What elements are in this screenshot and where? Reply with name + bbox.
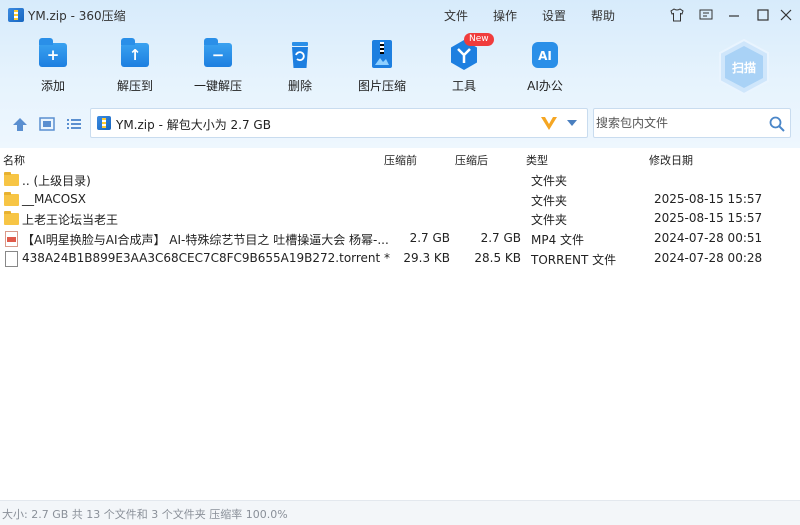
minimize-icon[interactable]: [724, 5, 744, 25]
feedback-icon[interactable]: [696, 5, 716, 25]
file-size-after: 2.7 GB: [480, 231, 521, 245]
file-size-before: 2.7 GB: [409, 231, 450, 245]
add-icon: +: [36, 38, 70, 72]
file-date: 2024-07-28 00:51: [654, 231, 763, 245]
image-compress-button[interactable]: 图片压缩: [342, 38, 422, 98]
column-modified[interactable]: 修改日期: [649, 152, 693, 168]
column-name[interactable]: 名称: [3, 152, 25, 168]
file-type: 文件夹: [531, 174, 568, 188]
mp4-file-icon: [5, 231, 18, 247]
file-type: 文件夹: [531, 194, 568, 208]
vip-v-icon[interactable]: [539, 114, 559, 132]
column-compressed-after[interactable]: 压缩后: [455, 152, 488, 168]
new-badge: New: [464, 33, 494, 46]
one-click-extract-icon: −: [201, 38, 235, 72]
one-click-extract-label: 一键解压: [193, 79, 242, 93]
search-box[interactable]: [593, 108, 791, 138]
list-item[interactable]: 438A24B1B899E3AA3C68CEC7C8FC9B655A19B272…: [0, 249, 800, 269]
skin-icon[interactable]: [667, 5, 687, 25]
maximize-icon[interactable]: [753, 5, 773, 25]
ai-office-label: AI办公: [527, 79, 563, 93]
thumbnail-view-icon[interactable]: [38, 116, 56, 132]
folder-icon: [4, 211, 19, 225]
list-item[interactable]: 上老王论坛当老王 文件夹 2025-08-15 15:57: [0, 209, 800, 229]
file-name: __MACOSX: [22, 192, 87, 206]
menu-help[interactable]: 帮助: [591, 7, 615, 24]
window-title: YM.zip - 360压缩: [28, 9, 126, 23]
folder-icon: [4, 172, 19, 186]
column-type[interactable]: 类型: [526, 152, 548, 168]
scan-label: 扫描: [731, 61, 756, 75]
status-text: 大小: 2.7 GB 共 13 个文件和 3 个文件夹 压缩率 100.0%: [2, 508, 288, 521]
menu-settings[interactable]: 设置: [542, 7, 566, 24]
file-date: 2025-08-15 15:57: [654, 192, 763, 206]
extract-to-icon: ↑: [118, 38, 152, 72]
status-bar: 大小: 2.7 GB 共 13 个文件和 3 个文件夹 压缩率 100.0%: [0, 500, 800, 525]
folder-icon: [4, 192, 19, 206]
zip-file-icon: [97, 116, 111, 130]
file-date: 2025-08-15 15:57: [654, 211, 763, 225]
list-item[interactable]: 【AI明星换脸与AI合成声】 AI-特殊综艺节目之 吐槽操逼大会 杨幂-... …: [0, 229, 800, 249]
file-size-before: 29.3 KB: [403, 251, 450, 265]
list-item[interactable]: __MACOSX 文件夹 2025-08-15 15:57: [0, 190, 800, 210]
add-label: 添加: [40, 79, 65, 93]
add-button[interactable]: + 添加: [13, 38, 93, 98]
file-date: 2024-07-28 00:28: [654, 251, 763, 265]
file-name: .. (上级目录): [22, 174, 91, 188]
delete-label: 删除: [287, 79, 312, 93]
path-bar[interactable]: YM.zip - 解包大小为 2.7 GB: [90, 108, 588, 138]
file-icon: [5, 251, 18, 267]
path-dropdown-icon[interactable]: [567, 120, 577, 126]
delete-button[interactable]: 删除: [260, 38, 340, 98]
file-name: 上老王论坛当老王: [22, 213, 119, 227]
image-compress-icon: [365, 38, 399, 72]
list-item[interactable]: .. (上级目录) 文件夹: [0, 170, 800, 190]
image-compress-label: 图片压缩: [357, 79, 406, 93]
list-view-icon[interactable]: [65, 116, 83, 132]
file-name: 438A24B1B899E3AA3C68CEC7C8FC9B655A19B272…: [22, 251, 391, 265]
close-icon[interactable]: [776, 5, 796, 25]
menu-file[interactable]: 文件: [444, 7, 468, 24]
tools-label: 工具: [451, 79, 476, 93]
file-type: 文件夹: [531, 213, 568, 227]
one-click-extract-button[interactable]: − 一键解压: [178, 38, 258, 98]
ai-office-icon: AI: [528, 38, 562, 72]
path-text: YM.zip - 解包大小为 2.7 GB: [116, 118, 271, 132]
file-type: MP4 文件: [531, 233, 585, 247]
ai-glyph: AI: [538, 49, 552, 63]
up-arrow-icon[interactable]: [11, 116, 29, 132]
extract-to-button[interactable]: ↑ 解压到: [95, 38, 175, 98]
delete-icon: [283, 38, 317, 72]
file-name: 【AI明星换脸与AI合成声】 AI-特殊综艺节目之 吐槽操逼大会 杨幂-...: [22, 233, 389, 247]
menu-operation[interactable]: 操作: [493, 7, 517, 24]
title-bar: YM.zip - 360压缩 文件 操作 设置 帮助: [0, 0, 800, 30]
app-zip-icon: [8, 8, 24, 22]
ai-office-button[interactable]: AI AI办公: [505, 38, 585, 98]
file-size-after: 28.5 KB: [474, 251, 521, 265]
search-icon[interactable]: [768, 115, 786, 133]
tools-button[interactable]: 工具: [424, 38, 504, 98]
column-header: 名称 压缩前 压缩后 类型 修改日期: [0, 150, 800, 168]
file-type: TORRENT 文件: [531, 253, 617, 267]
column-compressed-before[interactable]: 压缩前: [384, 152, 417, 168]
scan-button[interactable]: 扫描: [716, 38, 772, 98]
search-input[interactable]: [596, 114, 761, 132]
extract-to-label: 解压到: [116, 79, 153, 93]
